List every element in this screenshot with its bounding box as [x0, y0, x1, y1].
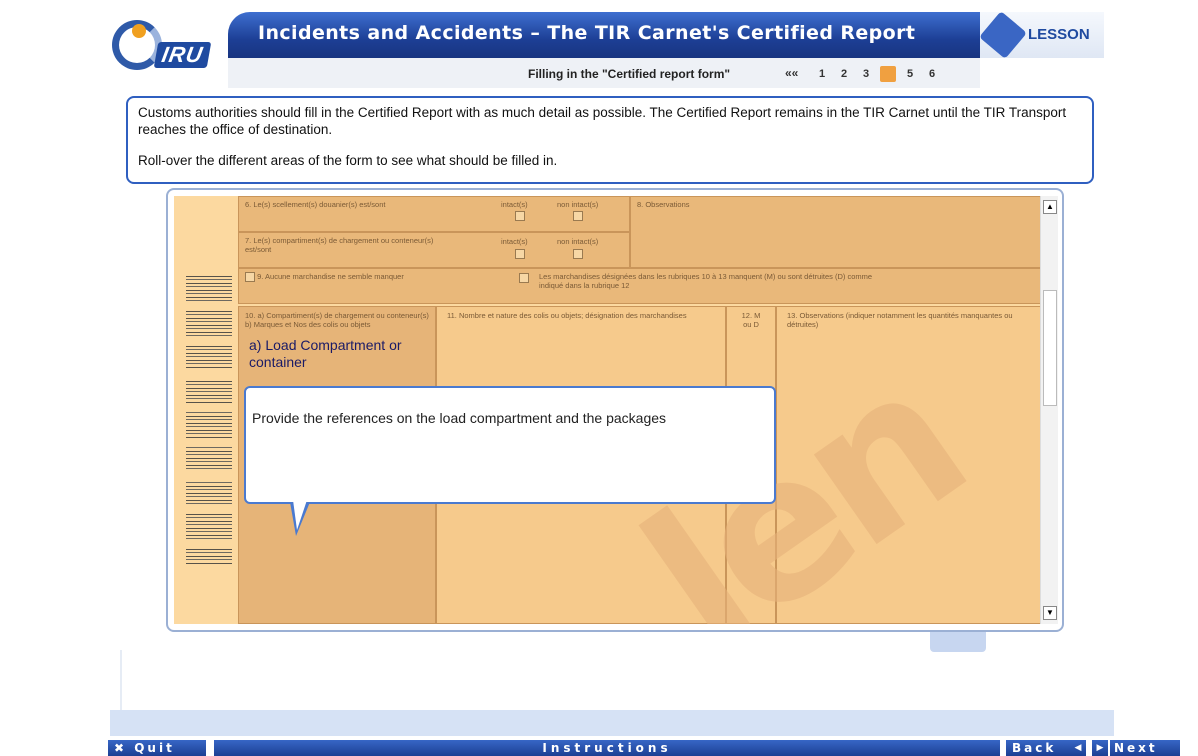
back-arrow-icon[interactable]: ◀ [1070, 740, 1086, 756]
non-intact-label: non intact(s) [557, 200, 599, 209]
instruction-paragraph-1: Customs authorities should fill in the C… [138, 105, 1067, 137]
cell-11-label: 11. Nombre et nature des colis ou objets… [447, 311, 687, 320]
page-link-6[interactable]: 6 [924, 66, 940, 82]
page-link-1[interactable]: 1 [814, 66, 830, 82]
hint-tooltip: Provide the references on the load compa… [244, 386, 776, 504]
cell-8-label: 8. Observations [637, 200, 690, 209]
scroll-up-icon[interactable]: ▲ [1043, 200, 1057, 214]
tooltip-text: Provide the references on the load compa… [252, 410, 667, 426]
cell-10-label: 10. a) Compartiment(s) de chargement ou … [245, 311, 429, 329]
cell-12-label: 12. M ou D [741, 311, 761, 329]
section-title: Filling in the "Certified report form" [528, 67, 731, 81]
lesson-badge: LESSON [979, 11, 1104, 59]
cell-9-checkbox [245, 272, 255, 283]
form-cell-8[interactable]: 8. Observations [630, 196, 1042, 268]
logo-text: IRU [153, 42, 212, 68]
instruction-box: Customs authorities should fill in the C… [126, 96, 1094, 184]
page-link-3[interactable]: 3 [858, 66, 874, 82]
page-link-5[interactable]: 5 [902, 66, 918, 82]
instruction-paragraph-2: Roll-over the different areas of the for… [138, 153, 558, 168]
cell-9b-label: Les marchandises désignées dans les rubr… [539, 272, 873, 290]
quit-label: Quit [134, 741, 175, 755]
intact-label-7: intact(s) [501, 237, 528, 246]
intact-label: intact(s) [501, 200, 528, 209]
scroll-down-icon[interactable]: ▼ [1043, 606, 1057, 620]
sub-navigation: Filling in the "Certified report form" «… [228, 58, 980, 88]
cell-7-label: 7. Le(s) compartiment(s) de chargement o… [245, 236, 434, 254]
lesson-label: LESSON [1028, 26, 1090, 43]
cell-13-label: 13. Observations (indiquer notamment les… [787, 311, 1013, 329]
faded-tab [930, 632, 986, 652]
logo-dot-icon [132, 24, 146, 38]
form-scrollbar[interactable]: ▲ ▼ [1040, 196, 1058, 624]
page-title: Incidents and Accidents – The TIR Carnet… [258, 22, 916, 44]
intact-checkbox [515, 211, 525, 221]
next-arrow-icon[interactable]: ▶ [1092, 740, 1108, 756]
next-label: Next [1114, 741, 1158, 755]
cell-6-label: 6. Le(s) scellement(s) douanier(s) est/s… [245, 200, 386, 209]
cell-9b-checkbox [519, 273, 529, 283]
scroll-thumb[interactable] [1043, 290, 1057, 406]
page-link-2[interactable]: 2 [836, 66, 852, 82]
back-label: Back [1012, 741, 1057, 755]
bottom-strip [110, 710, 1114, 736]
close-icon: ✖ [114, 741, 135, 755]
page-selector: 1 2 3 4 5 6 [814, 66, 940, 82]
cell-9-label: 9. Aucune marchandise ne semble manquer [257, 272, 404, 281]
non-intact-checkbox [573, 211, 583, 221]
title-banner: Incidents and Accidents – The TIR Carnet… [228, 12, 980, 58]
intact-checkbox-7 [515, 249, 525, 259]
footer-navigation: ✖ Quit Instructions Back ◀ ▶ Next [108, 740, 1180, 756]
non-intact-checkbox-7 [573, 249, 583, 259]
quit-button[interactable]: ✖ Quit [108, 740, 206, 756]
rewind-button[interactable]: «« [785, 66, 798, 80]
iru-logo: IRU [112, 14, 230, 78]
form-cell-7[interactable]: 7. Le(s) compartiment(s) de chargement o… [238, 232, 630, 268]
next-button[interactable]: Next [1110, 740, 1180, 756]
page-link-4-current[interactable]: 4 [880, 66, 896, 82]
form-cell-9[interactable]: 9. Aucune marchandise ne semble manquer … [238, 268, 1042, 304]
instructions-label: Instructions [542, 741, 672, 755]
lesson-icon [979, 11, 1027, 59]
non-intact-label-7: non intact(s) [557, 237, 599, 246]
form-cell-6[interactable]: 6. Le(s) scellement(s) douanier(s) est/s… [238, 196, 630, 232]
instructions-button[interactable]: Instructions [214, 740, 1000, 756]
cell-10-highlight-label: a) Load Compartment or container [249, 337, 402, 370]
back-button[interactable]: Back [1006, 740, 1070, 756]
